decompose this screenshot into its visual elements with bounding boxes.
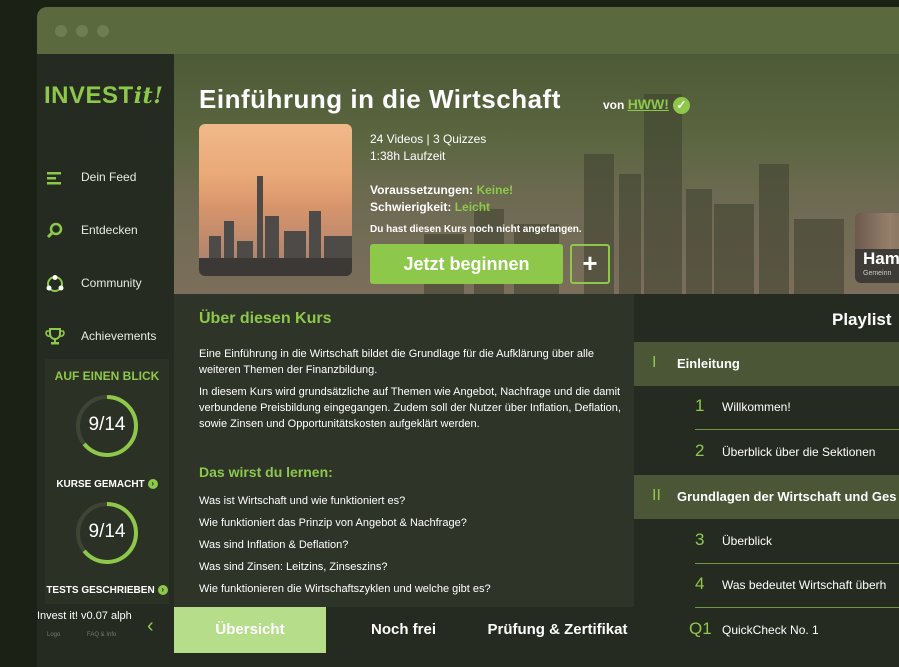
sidebar-item-community[interactable]: Community	[37, 270, 174, 300]
playlist-item[interactable]: 4 Was bedeutet Wirtschaft überh	[634, 564, 899, 608]
sidebar: INVESTit! Dein Feed Entdecken Community …	[37, 54, 174, 654]
sidebar-item-label: Dein Feed	[81, 170, 137, 184]
tests-label[interactable]: TESTS GESCHRIEBEN ›	[45, 585, 169, 596]
sidebar-item-discover[interactable]: Entdecken	[37, 217, 174, 247]
overview-panel: AUF EINEN BLICK 9/14 KURSE GEMACHT › 9/14…	[45, 359, 169, 604]
chevron-right-icon: ›	[157, 585, 168, 596]
related-course-image	[855, 213, 899, 249]
sidebar-item-label: Entdecken	[81, 223, 138, 237]
app-version: Invest it! v0.07 alph	[37, 610, 132, 622]
related-course-card[interactable]: Ham Gemeinn	[855, 213, 899, 283]
window-maximize-dot[interactable]	[97, 25, 109, 37]
playlist-item[interactable]: Q1 QuickCheck No. 1	[634, 609, 899, 653]
related-course-subtitle: Gemeinn	[863, 270, 892, 277]
start-course-button[interactable]: Jetzt beginnen	[370, 244, 563, 284]
playlist-item[interactable]: 1 Willkommen!	[634, 386, 899, 430]
window-titlebar	[37, 7, 899, 54]
footer-faq-link[interactable]: FAQ & Info	[87, 632, 116, 638]
about-paragraph: Eine Einführung in die Wirtschaft bildet…	[199, 348, 595, 376]
sidebar-item-feed[interactable]: Dein Feed	[37, 164, 174, 194]
playlist-panel: Playlist I Einleitung 1 Willkommen! 2 Überb…	[634, 294, 899, 667]
course-difficulty: Schwierigkeit: Leicht	[370, 200, 491, 214]
collapse-sidebar-icon[interactable]: ‹	[147, 615, 154, 638]
course-description: Über diesen Kurs Eine Einführung in die …	[174, 294, 634, 607]
playlist-section[interactable]: II Grundlagen der Wirtschaft und Ges	[634, 475, 899, 519]
community-icon	[46, 275, 64, 292]
playlist-item[interactable]: 3 Überblick	[634, 520, 899, 564]
about-paragraph: In diesem Kurs wird grundsätzliche auf T…	[199, 386, 621, 430]
trophy-icon	[45, 328, 65, 345]
learn-item: Wie funktioniert das Prinzip von Angebot…	[199, 517, 467, 529]
tests-progress-ring: 9/14	[75, 501, 139, 565]
learn-item: Was sind Inflation & Deflation?	[199, 539, 349, 551]
course-prerequisites: Voraussetzungen: Keine!	[370, 183, 514, 197]
course-stats: 24 Videos | 3 Quizzes	[370, 132, 487, 146]
playlist-header: Playlist	[634, 294, 899, 342]
playlist-section[interactable]: I Einleitung	[634, 342, 899, 386]
learn-item: Was sind Zinsen: Leitzins, Zinseszins?	[199, 561, 388, 573]
app-logo[interactable]: INVESTit!	[44, 82, 163, 110]
learn-item: Was ist Wirtschaft und wie funktioniert …	[199, 495, 406, 507]
sidebar-item-label: Community	[81, 276, 142, 290]
tab-free[interactable]: Noch frei	[326, 607, 481, 653]
main-content: Einführung in die Wirtschaft von HWW! ✓ 2…	[174, 54, 899, 667]
chevron-right-icon: ›	[147, 479, 158, 490]
course-duration: 1:38h Laufzeit	[370, 149, 446, 163]
playlist-title: Playlist	[832, 310, 892, 329]
verified-check-icon: ✓	[672, 97, 690, 115]
tab-overview[interactable]: Übersicht	[174, 607, 326, 653]
course-thumbnail	[199, 124, 352, 276]
learn-heading: Das wirst du lernen:	[199, 464, 333, 480]
tab-exam-certificate[interactable]: Prüfung & Zertifikat	[481, 607, 634, 653]
window-minimize-dot[interactable]	[76, 25, 88, 37]
related-course-title: Ham	[863, 249, 899, 268]
feed-icon	[47, 172, 61, 185]
overview-title: AUF EINEN BLICK	[54, 369, 160, 383]
course-hero: Einführung in die Wirtschaft von HWW! ✓ 2…	[174, 54, 899, 294]
sidebar-item-label: Achievements	[81, 329, 157, 343]
courses-progress-ring: 9/14	[75, 394, 139, 458]
add-to-list-button[interactable]: +	[570, 244, 610, 284]
playlist-item[interactable]: 2 Überblick über die Sektionen	[634, 431, 899, 475]
search-icon	[46, 222, 63, 239]
footer-logo-link[interactable]: Logo	[47, 632, 60, 638]
about-heading: Über diesen Kurs	[199, 310, 332, 327]
course-author: von HWW! ✓	[603, 96, 690, 115]
courses-progress-value: 9/14	[88, 414, 126, 435]
author-link[interactable]: HWW!	[628, 96, 669, 112]
course-progress-note: Du hast diesen Kurs noch nicht angefange…	[370, 224, 582, 235]
window-close-dot[interactable]	[55, 25, 67, 37]
app-window: INVESTit! Dein Feed Entdecken Community …	[37, 7, 899, 667]
courses-label[interactable]: KURSE GEMACHT ›	[45, 479, 169, 490]
course-title: Einführung in die Wirtschaft	[199, 84, 561, 114]
tests-progress-value: 9/14	[88, 521, 126, 542]
learn-item: Wie funktionieren die Wirtschaftszyklen …	[199, 583, 491, 595]
course-tabs: Übersicht Noch frei Prüfung & Zertifikat	[174, 607, 634, 653]
sidebar-item-achievements[interactable]: Achievements	[37, 323, 174, 353]
